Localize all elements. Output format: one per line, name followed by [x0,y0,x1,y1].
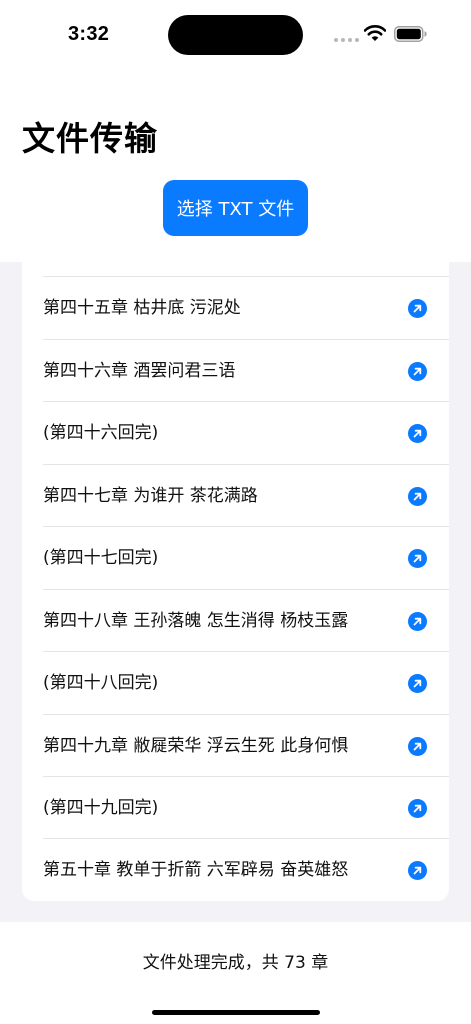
chapter-title: 第四十七章 为谁开 茶花满路 [43,486,258,506]
list-item[interactable]: 第五十章 教单于折箭 六军辟易 奋英雄怒 [43,838,449,900]
chapter-title: (第四十七回完) [43,548,159,568]
home-indicator[interactable] [152,1010,320,1015]
processing-status: 文件处理完成，共 73 章 [142,953,329,973]
arrow-up-right-icon[interactable] [408,424,427,443]
page-title: 文件传输 [22,119,158,158]
status-time: 3:32 [68,23,110,45]
arrow-up-right-icon[interactable] [408,737,427,756]
footer: 文件处理完成，共 73 章 [0,922,471,1024]
list-item[interactable]: 第四十七章 为谁开 茶花满路 [43,464,449,526]
chapter-title: 第五十章 教单于折箭 六军辟易 奋英雄怒 [43,860,349,880]
list-item[interactable]: (第四十七回完) [43,526,449,588]
chapter-title: 第四十六章 酒罢问君三语 [43,361,236,381]
list-item[interactable]: 第四十九章 敝屣荣华 浮云生死 此身何惧 [43,714,449,776]
chapter-title: 第四十五章 枯井底 污泥处 [43,298,241,318]
chapter-title: (第四十九回完) [43,798,159,818]
list-item[interactable]: (第四十六回完) [43,401,449,463]
list-item[interactable]: (第四十九回完) [43,776,449,838]
dynamic-island [168,15,303,55]
arrow-up-right-icon[interactable] [408,674,427,693]
select-txt-file-button[interactable]: 选择 TXT 文件 [163,180,308,236]
chapter-list-area[interactable]: 第四十五章 枯井底 污泥处 第四十六章 酒罢问君三语 (第四十六回完) 第四十七… [0,262,471,922]
status-bar: 3:32 [0,0,471,60]
list-item[interactable]: 第四十八章 王孙落魄 怎生消得 杨枝玉露 [43,589,449,651]
arrow-up-right-icon[interactable] [408,362,427,381]
wifi-icon [364,25,386,41]
cellular-signal-icon [334,38,359,42]
arrow-up-right-icon[interactable] [408,799,427,818]
arrow-up-right-icon[interactable] [408,487,427,506]
arrow-up-right-icon[interactable] [408,612,427,631]
list-item[interactable]: (第四十八回完) [43,651,449,713]
list-item[interactable]: 第四十六章 酒罢问君三语 [43,339,449,401]
chapter-title: 第四十九章 敝屣荣华 浮云生死 此身何惧 [43,736,349,756]
chapter-title: 第四十八章 王孙落魄 怎生消得 杨枝玉露 [43,611,349,631]
chapter-title: (第四十六回完) [43,423,159,443]
arrow-up-right-icon[interactable] [408,549,427,568]
list-item[interactable]: 第四十五章 枯井底 污泥处 [43,276,449,338]
chapter-list: 第四十五章 枯井底 污泥处 第四十六章 酒罢问君三语 (第四十六回完) 第四十七… [22,262,449,901]
arrow-up-right-icon[interactable] [408,299,427,318]
arrow-up-right-icon[interactable] [408,861,427,880]
battery-icon [394,26,427,42]
chapter-title: (第四十八回完) [43,673,159,693]
